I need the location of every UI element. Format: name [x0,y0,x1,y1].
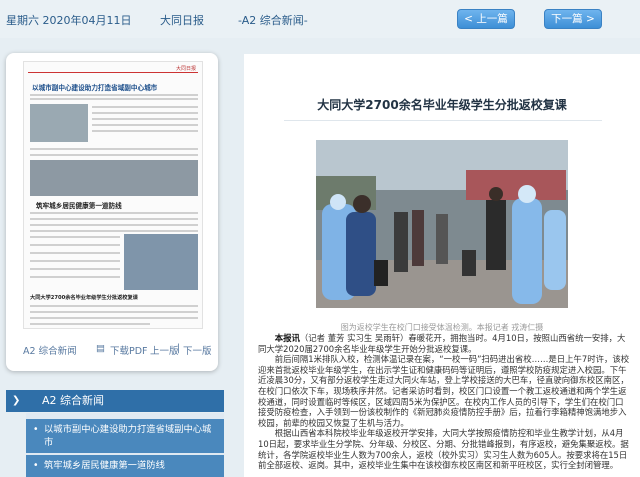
article-title: 大同大学2700余名毕业年级学生分批返校复课 [317,98,567,112]
paper-name: 大同日报 [160,14,204,27]
text-line [30,98,198,100]
text-line [92,124,198,126]
top-bar: 星期六 2020年04月11日 大同日报 -A2 综合新闻- < 上一篇 下一篇… [0,0,640,38]
title-divider [284,120,602,121]
page-thumbnail[interactable]: 大同日报 以城市副中心建设助力打造省域副中心城市 筑牢城乡居民健康第一道防线 大… [23,61,203,329]
chevron-right-icon: ❯ [12,395,21,406]
document-icon: ▤ [96,343,105,354]
article-body: 本报讯（记者 董芳 实习生 吴雨轩）春暖花开，拥抱当时。4月10日，按照山西省统… [258,333,630,471]
text-line [30,236,120,238]
thumbnail-masthead: 大同日报 [175,66,196,72]
text-line [30,94,198,96]
text-line [30,260,120,262]
article-panel: 大同大学2700余名毕业年级学生分批返校复课 图为返校学生在校门口接受体温检测。… [244,54,640,477]
text-line [30,317,198,319]
lead-byline: 本报讯 [274,333,300,343]
prev-article-label: 上一篇 [476,13,508,25]
bullet-icon: • [33,460,39,471]
thumbnail-rule [28,72,198,73]
chevron-right-icon: > [582,13,595,25]
page-thumbnail-card: 大同日报 以城市副中心建设助力打造省域副中心城市 筑牢城乡居民健康第一道防线 大… [6,53,218,371]
prev-page-link[interactable]: 上一版 [150,343,179,357]
text-line [30,230,198,232]
text-line [30,148,198,150]
paragraph-1-text: （记者 董芳 实习生 吴雨轩）春暖花开，拥抱当时。4月10日，按照山西省统一安排… [258,333,626,354]
text-line [30,311,198,313]
thumbnail-headline-1[interactable]: 以城市副中心建设助力打造省域副中心城市 [32,82,157,92]
text-line [30,276,120,278]
thumbnail-photo-3 [124,234,198,290]
text-line [30,154,198,156]
next-page-link[interactable]: 下一版 [183,343,212,357]
text-line [30,268,120,270]
photo-caption: 图为返校学生在校门口接受体温检测。本报记者 戎涛仁摄 [340,323,544,332]
text-line [30,323,150,325]
prev-article-button[interactable]: < 上一篇 [457,9,515,29]
download-pdf-link[interactable]: 下载PDF [110,343,148,357]
section-header[interactable]: ❯ A2 综合新闻 [6,390,224,412]
text-line [30,212,198,214]
text-line [30,305,198,307]
thumbnail-photo-1 [30,104,88,142]
text-line [30,244,120,246]
text-line [30,218,198,220]
list-item[interactable]: • 筑牢城乡居民健康第一道防线 [26,455,224,477]
chevron-left-icon: < [464,13,477,25]
text-line [30,252,120,254]
text-line [92,106,198,108]
separator: | [177,343,181,354]
text-line [30,224,198,226]
photo-illustration [316,140,568,308]
list-item-label: 以城市副中心建设助力打造省域副中心城市 [44,424,212,448]
page-label: -A2 综合新闻- [238,14,308,27]
thumbnail-page-label: A2 综合新闻 [23,346,77,357]
list-item[interactable]: • 以城市副中心建设助力打造省域副中心城市 [26,419,224,453]
section-label: A2 综合新闻 [42,394,105,407]
paragraph-1: 本报讯（记者 董芳 实习生 吴雨轩）春暖花开，拥抱当时。4月10日，按照山西省统… [258,333,630,354]
list-item-label: 筑牢城乡居民健康第一道防线 [44,460,165,471]
next-article-label: 下一篇 [551,13,583,25]
text-line [92,112,198,114]
thumbnail-headline-3[interactable]: 大同大学2700余名毕业年级学生分批返校复课 [30,294,138,301]
text-line [92,130,198,132]
paragraph-3: 根据山西省本科院校毕业年级返校开学安排，大同大学按照疫情防控和毕业生教学计划，从… [258,428,629,471]
article-photo [316,140,568,308]
next-article-button[interactable]: 下一篇 > [544,9,602,29]
article-list: • 以城市副中心建设助力打造省域副中心城市 • 筑牢城乡居民健康第一道防线 [26,413,224,477]
thumbnail-photo-2 [30,160,198,196]
text-line [92,118,198,120]
issue-date: 星期六 2020年04月11日 [6,14,132,27]
bullet-icon: • [33,424,39,435]
thumbnail-headline-2[interactable]: 筑牢城乡居民健康第一道防线 [36,200,122,210]
paragraph-2: 前后间隔1米排队入校，检测体温记录在案，“一校一码”扫码进出省校……是日上午7时… [258,354,630,428]
